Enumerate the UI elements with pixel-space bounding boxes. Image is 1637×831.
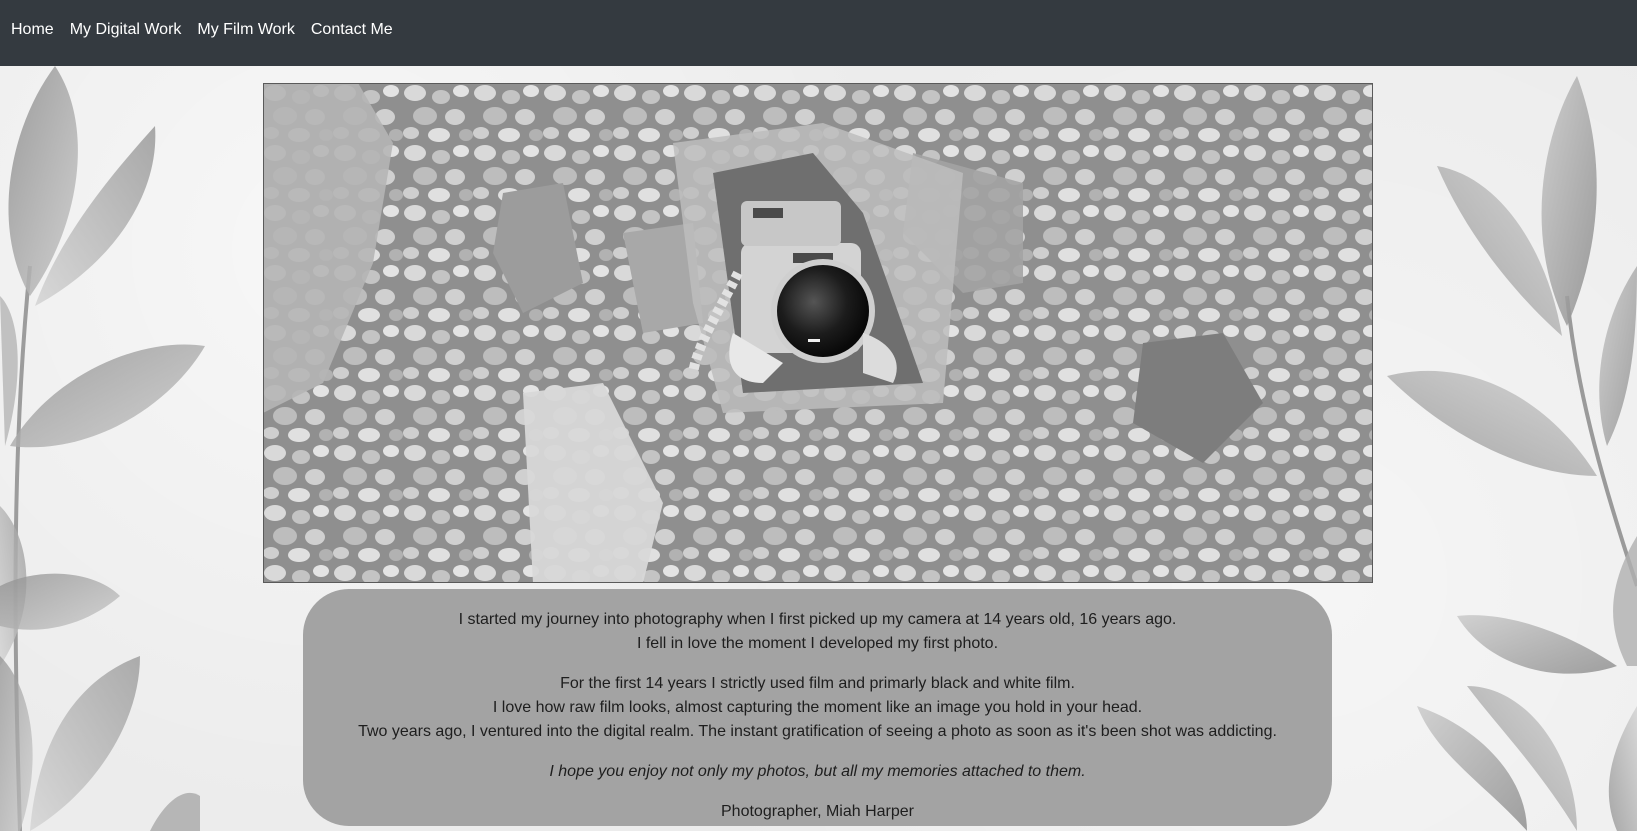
about-signature: Photographer, Miah Harper — [721, 803, 914, 820]
about-quote: I hope you enjoy not only my photos, but… — [549, 763, 1086, 780]
about-line: For the first 14 years I strictly used f… — [560, 675, 1075, 692]
nav-link-home[interactable]: Home — [11, 20, 54, 40]
top-navbar: Home My Digital Work My Film Work Contac… — [0, 0, 1637, 66]
leaves-decoration-left — [0, 66, 205, 831]
about-line: Two years ago, I ventured into the digit… — [358, 723, 1277, 740]
about-paragraph-2: For the first 14 years I strictly used f… — [303, 672, 1332, 744]
hero-photo — [263, 83, 1373, 583]
about-paragraph-1: I started my journey into photography wh… — [303, 608, 1332, 656]
about-line: I fell in love the moment I developed my… — [636, 635, 999, 652]
about-line: I started my journey into photography wh… — [458, 611, 1177, 628]
about-line: I love how raw film looks, almost captur… — [492, 699, 1143, 716]
nav-link-contact[interactable]: Contact Me — [311, 20, 393, 40]
nav-link-film-work[interactable]: My Film Work — [197, 20, 294, 40]
about-caption-box: I started my journey into photography wh… — [303, 589, 1332, 826]
nav-link-digital-work[interactable]: My Digital Work — [70, 20, 182, 40]
leaves-decoration-right — [1387, 76, 1637, 831]
hero-photo-image — [263, 83, 1373, 583]
